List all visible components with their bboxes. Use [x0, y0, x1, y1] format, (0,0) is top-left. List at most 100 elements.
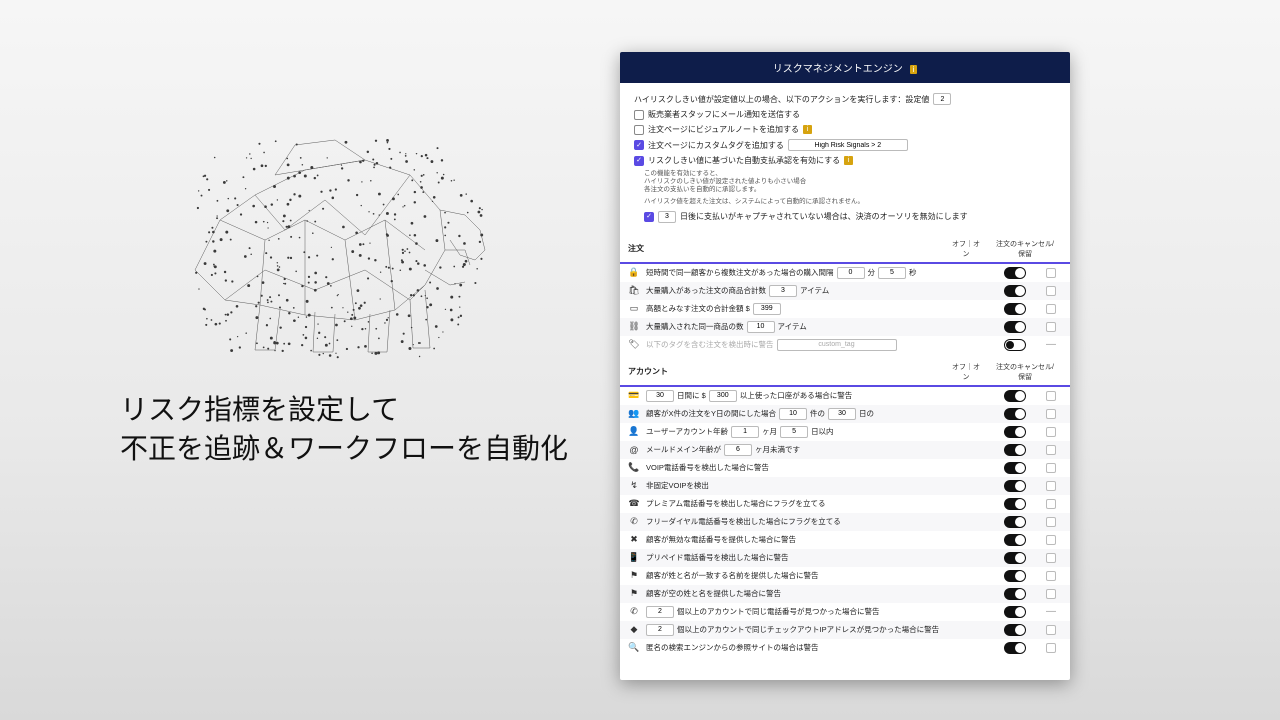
cancel-checkbox[interactable]	[1046, 517, 1056, 527]
autopay-note: この機能を有効にすると、 ハイリスクのしきい値が設定された値よりも小さい場合 各…	[634, 168, 1056, 196]
rule-controls	[1004, 408, 1056, 420]
cancel-checkbox[interactable]	[1046, 499, 1056, 509]
cancel-checkbox[interactable]	[1046, 409, 1056, 419]
toggle-switch[interactable]	[1004, 498, 1026, 510]
rule-input[interactable]	[753, 303, 781, 315]
rule-input-b[interactable]	[780, 426, 808, 438]
rule-input[interactable]	[724, 444, 752, 456]
rule-label: 高額とみなす注文の合計金額 $	[646, 303, 998, 315]
rule-row: ✖顧客が無効な電話番号を提供した場合に警告	[620, 531, 1070, 549]
rule-input[interactable]	[769, 285, 797, 297]
rule-icon: ◆	[628, 624, 640, 636]
toggle-switch[interactable]	[1004, 624, 1026, 636]
toggle-switch[interactable]	[1004, 606, 1026, 618]
rule-icon: 👤	[628, 426, 640, 438]
cancel-checkbox[interactable]	[1046, 268, 1056, 278]
rule-row: ⚑顧客が空の姓と名を提供した場合に警告	[620, 585, 1070, 603]
cancel-checkbox[interactable]	[1046, 481, 1056, 491]
cancel-checkbox[interactable]	[1046, 427, 1056, 437]
cancel-checkbox[interactable]	[1046, 589, 1056, 599]
opt-autopay-label: リスクしきい値に基づいた自動支払承認を有効にする	[648, 155, 840, 166]
cancel-checkbox[interactable]	[1046, 553, 1056, 563]
toggle-switch[interactable]	[1004, 339, 1026, 351]
rule-row: ↯非固定VOIPを検出	[620, 477, 1070, 495]
toggle-switch[interactable]	[1004, 285, 1026, 297]
toggle-switch[interactable]	[1004, 480, 1026, 492]
threshold-input[interactable]	[933, 93, 951, 105]
void-label: 日後に支払いがキャプチャされていない場合は、決済のオーソリを無効にします	[680, 211, 968, 222]
rule-label: 個以上のアカウントで同じチェックアウトIPアドレスが見つかった場合に警告	[646, 624, 998, 636]
cancel-checkbox[interactable]	[1046, 304, 1056, 314]
cancel-checkbox[interactable]	[1046, 535, 1056, 545]
rule-label: VOIP電話番号を検出した場合に警告	[646, 462, 998, 473]
rule-row: ✆ フリーダイヤル電話番号を検出した場合にフラグを立てる	[620, 513, 1070, 531]
rule-controls	[1004, 516, 1056, 528]
rule-label: 大量購入があった注文の商品合計数アイテム	[646, 285, 998, 297]
rule-input[interactable]	[731, 426, 759, 438]
toggle-switch[interactable]	[1004, 588, 1026, 600]
rule-input-b[interactable]	[828, 408, 856, 420]
rule-row: 🛍大量購入があった注文の商品合計数アイテム	[620, 282, 1070, 300]
col-cancel-label: 注文のキャンセル/保留	[994, 362, 1056, 382]
rule-input[interactable]	[837, 267, 865, 279]
rule-label: 匿名の検索エンジンからの参照サイトの場合は警告	[646, 642, 998, 653]
rule-label: 大量購入された同一商品の数アイテム	[646, 321, 998, 333]
promo-pane: リスク指標を設定して 不正を追跡＆ワークフローを自動化	[120, 100, 540, 468]
autopay-note-2: ハイリスク値を超えた注文は、システムによって自動的に承認されません。	[634, 196, 1056, 208]
checkbox-autopay[interactable]	[634, 156, 644, 166]
rule-input[interactable]	[779, 408, 807, 420]
elephant-svg	[165, 100, 495, 360]
rule-input[interactable]	[747, 321, 775, 333]
rule-row: 🔍匿名の検索エンジンからの参照サイトの場合は警告	[620, 639, 1070, 657]
rule-controls	[1004, 570, 1056, 582]
info-icon[interactable]: i	[844, 156, 853, 165]
checkbox-visual[interactable]	[634, 125, 644, 135]
rule-input-b[interactable]	[878, 267, 906, 279]
toggle-switch[interactable]	[1004, 408, 1026, 420]
checkbox-mail[interactable]	[634, 110, 644, 120]
cancel-checkbox: —	[1046, 607, 1056, 617]
cancel-checkbox[interactable]	[1046, 571, 1056, 581]
info-icon[interactable]: i	[803, 125, 812, 134]
tag-input[interactable]	[788, 139, 908, 151]
opt-tag-label: 注文ページにカスタムタグを追加する	[648, 140, 784, 151]
toggle-switch[interactable]	[1004, 390, 1026, 402]
cancel-checkbox[interactable]	[1046, 391, 1056, 401]
rule-input[interactable]	[646, 390, 674, 402]
toggle-switch[interactable]	[1004, 534, 1026, 546]
rule-input[interactable]	[646, 624, 674, 636]
info-icon[interactable]: i	[910, 65, 918, 74]
void-days-input[interactable]	[658, 211, 676, 223]
toggle-switch[interactable]	[1004, 570, 1026, 582]
rule-label: 個以上のアカウントで同じ電話番号が見つかった場合に警告	[646, 606, 998, 618]
toggle-switch[interactable]	[1004, 426, 1026, 438]
rule-input[interactable]	[646, 606, 674, 618]
toggle-switch[interactable]	[1004, 321, 1026, 333]
rule-row: 📞VOIP電話番号を検出した場合に警告	[620, 459, 1070, 477]
toggle-switch[interactable]	[1004, 462, 1026, 474]
rule-row: ✆個以上のアカウントで同じ電話番号が見つかった場合に警告—	[620, 603, 1070, 621]
cancel-checkbox[interactable]	[1046, 445, 1056, 455]
rule-label: 顧客がX件の注文をY日の間にした場合件の日の	[646, 408, 998, 420]
toggle-switch[interactable]	[1004, 516, 1026, 528]
panel-title: リスクマネジメントエンジン	[773, 64, 903, 75]
toggle-switch[interactable]	[1004, 303, 1026, 315]
rule-label: フリーダイヤル電話番号を検出した場合にフラグを立てる	[646, 516, 998, 527]
rule-input-b[interactable]	[709, 390, 737, 402]
toggle-switch[interactable]	[1004, 552, 1026, 564]
cancel-checkbox[interactable]	[1046, 286, 1056, 296]
checkbox-void[interactable]	[644, 212, 654, 222]
cancel-checkbox[interactable]	[1046, 625, 1056, 635]
rule-row: ▭高額とみなす注文の合計金額 $	[620, 300, 1070, 318]
toggle-switch[interactable]	[1004, 642, 1026, 654]
checkbox-tag[interactable]	[634, 140, 644, 150]
cancel-checkbox[interactable]	[1046, 643, 1056, 653]
cancel-checkbox[interactable]	[1046, 322, 1056, 332]
rule-controls	[1004, 303, 1056, 315]
cancel-checkbox[interactable]	[1046, 463, 1056, 473]
intro-section: ハイリスクしきい値が設定値以上の場合、以下のアクションを実行します：設定値 販売…	[620, 83, 1070, 231]
toggle-switch[interactable]	[1004, 444, 1026, 456]
toggle-switch[interactable]	[1004, 267, 1026, 279]
rule-input[interactable]	[777, 339, 897, 351]
rule-icon: ✆	[628, 516, 640, 528]
